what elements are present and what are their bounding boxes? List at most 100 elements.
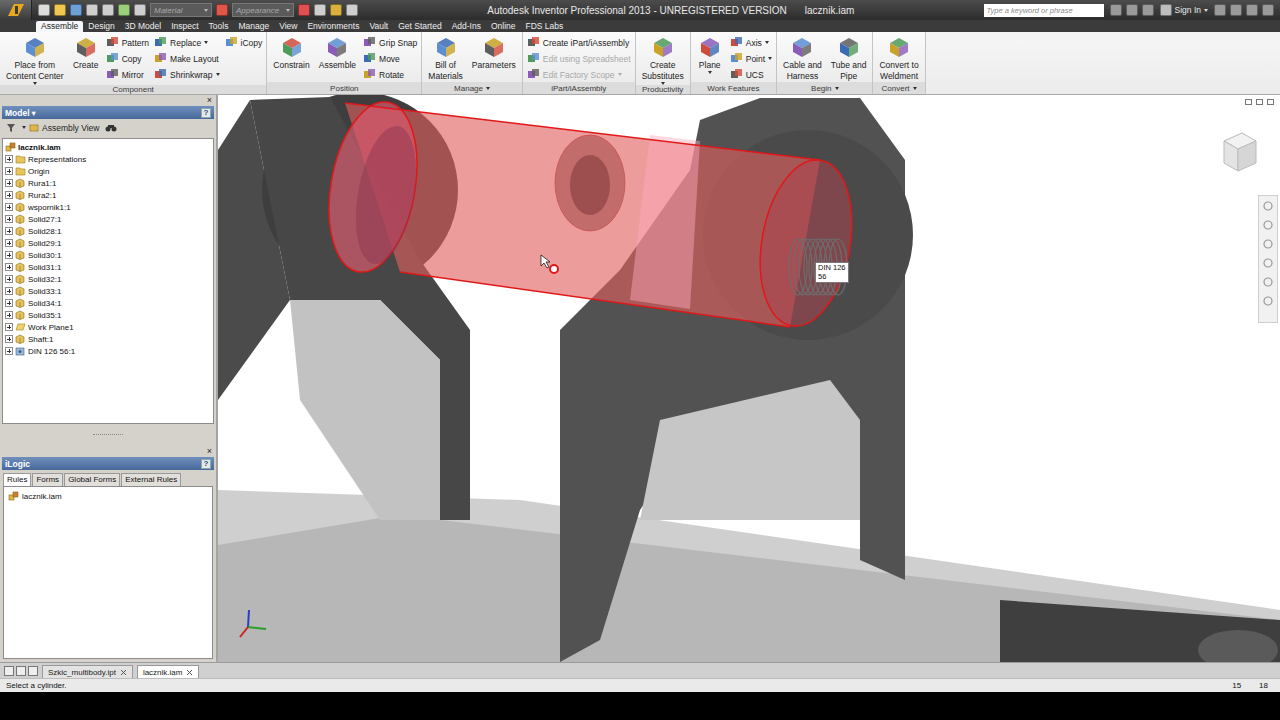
expand-toggle-icon[interactable] — [5, 239, 13, 247]
view-selector[interactable]: Assembly View — [22, 123, 99, 133]
group-expand-icon[interactable] — [835, 87, 839, 90]
tree-item[interactable]: Solid27:1 — [5, 213, 211, 225]
quick-tool-icon[interactable] — [134, 4, 146, 16]
ribbon-large-button[interactable]: Tube andPipe — [829, 35, 869, 81]
ribbon-tab[interactable]: Tools — [204, 21, 234, 32]
close-icon[interactable] — [186, 669, 193, 676]
nav-tool-icon[interactable] — [1263, 277, 1273, 287]
quick-tool-icon[interactable] — [298, 4, 310, 16]
ribbon-large-button[interactable]: Constrain — [271, 35, 311, 70]
expand-toggle-icon[interactable] — [5, 251, 13, 259]
expand-toggle-icon[interactable] — [5, 263, 13, 271]
ribbon-large-button[interactable]: Bill ofMaterials — [426, 35, 464, 81]
group-expand-icon[interactable] — [913, 87, 917, 90]
expand-toggle-icon[interactable] — [5, 203, 13, 211]
help-tool-icon[interactable] — [1110, 4, 1122, 16]
ribbon-large-button[interactable]: Convert toWeldment — [877, 35, 920, 81]
help-tool-icon[interactable] — [1142, 4, 1154, 16]
ribbon-tab[interactable]: Get Started — [393, 21, 446, 32]
minimize-icon[interactable] — [1245, 99, 1252, 105]
ribbon-small-button[interactable]: Edit using Spreadsheet — [527, 51, 631, 66]
filter-icon[interactable] — [6, 123, 16, 133]
expand-toggle-icon[interactable] — [5, 227, 13, 235]
nav-tool-icon[interactable] — [1263, 220, 1273, 230]
dropdown-arrow-icon[interactable] — [204, 41, 208, 44]
ribbon-tab[interactable]: 3D Model — [120, 21, 166, 32]
window-control-icon[interactable] — [1214, 4, 1226, 16]
ribbon-small-button[interactable]: Axis — [730, 35, 772, 50]
ribbon-tab[interactable]: Environments — [302, 21, 364, 32]
ribbon-small-button[interactable]: iCopy — [225, 35, 263, 50]
quick-tool-icon[interactable] — [346, 4, 358, 16]
panel-splitter[interactable] — [0, 424, 216, 446]
ilogic-tab[interactable]: Global Forms — [64, 473, 120, 486]
ribbon-small-button[interactable]: Shrinkwrap — [154, 67, 220, 82]
ribbon-group-label[interactable]: Manage — [422, 82, 521, 94]
ribbon-small-button[interactable]: Point — [730, 51, 772, 66]
expand-toggle-icon[interactable] — [5, 275, 13, 283]
ribbon-tab[interactable]: Design — [83, 21, 119, 32]
expand-toggle-icon[interactable] — [5, 311, 13, 319]
ribbon-large-button[interactable]: CreateSubstitutes — [640, 35, 686, 85]
tree-item[interactable]: lacznik.iam — [5, 141, 211, 153]
model-scene[interactable] — [218, 95, 1280, 662]
ribbon-tab[interactable]: FDS Labs — [521, 21, 569, 32]
tile-icon[interactable] — [4, 666, 14, 676]
ribbon-small-button[interactable]: Mirror — [106, 67, 149, 82]
tree-item[interactable]: Work Plane1 — [5, 321, 211, 333]
ribbon-small-button[interactable]: Replace — [154, 35, 220, 50]
nav-tool-icon[interactable] — [1263, 296, 1273, 306]
nav-tool-icon[interactable] — [1263, 201, 1273, 211]
ribbon-large-button[interactable]: Cable andHarness — [781, 35, 824, 81]
quick-tool-icon[interactable] — [70, 4, 82, 16]
tree-item[interactable]: Solid33:1 — [5, 285, 211, 297]
tree-item[interactable]: Solid35:1 — [5, 309, 211, 321]
ribbon-small-button[interactable]: Copy — [106, 51, 149, 66]
tree-item[interactable]: Solid30:1 — [5, 249, 211, 261]
expand-toggle-icon[interactable] — [5, 179, 13, 187]
tree-item[interactable]: Origin — [5, 165, 211, 177]
dropdown-arrow-icon[interactable] — [765, 41, 769, 44]
window-control-icon[interactable] — [1230, 4, 1242, 16]
dropdown-arrow-icon[interactable] — [708, 71, 712, 74]
ribbon-group-label[interactable]: Convert — [873, 82, 924, 94]
sign-in-button[interactable]: Sign In — [1160, 4, 1208, 16]
rule-item[interactable]: lacznik.iam — [8, 490, 208, 502]
quick-tool-icon[interactable] — [314, 4, 326, 16]
ribbon-tab[interactable]: View — [274, 21, 302, 32]
restore-icon[interactable] — [1256, 99, 1263, 105]
close-view-icon[interactable] — [1267, 99, 1274, 105]
ribbon-small-button[interactable]: Create iPart/iAssembly — [527, 35, 631, 50]
ilogic-tab[interactable]: Rules — [3, 473, 31, 486]
window-control-icon[interactable] — [1262, 4, 1274, 16]
dropdown-arrow-icon[interactable] — [768, 57, 772, 60]
ribbon-large-button[interactable]: Create — [71, 35, 101, 70]
help-tool-icon[interactable] — [1126, 4, 1138, 16]
ribbon-tab[interactable]: Assemble — [36, 21, 83, 32]
ilogic-tab[interactable]: Forms — [32, 473, 63, 486]
expand-toggle-icon[interactable] — [5, 323, 13, 331]
expand-toggle-icon[interactable] — [5, 215, 13, 223]
tree-item[interactable]: Rura1:1 — [5, 177, 211, 189]
quick-tool-icon[interactable] — [86, 4, 98, 16]
ribbon-group-label[interactable]: Begin — [777, 82, 872, 94]
close-button[interactable]: × — [207, 447, 212, 456]
ribbon-large-button[interactable]: Assemble — [317, 35, 358, 70]
tree-item[interactable]: Rura2:1 — [5, 189, 211, 201]
ribbon-large-button[interactable]: Place fromContent Center — [4, 35, 66, 85]
tree-item[interactable]: wspornik1:1 — [5, 201, 211, 213]
browser-menu-arrow[interactable]: ▾ — [32, 108, 36, 118]
help-button[interactable]: ? — [201, 108, 211, 118]
nav-tool-icon[interactable] — [1263, 258, 1273, 268]
quick-tool-icon[interactable] — [118, 4, 130, 16]
expand-toggle-icon[interactable] — [5, 155, 13, 163]
expand-toggle-icon[interactable] — [5, 167, 13, 175]
tree-item[interactable]: Solid28:1 — [5, 225, 211, 237]
ribbon-small-button[interactable]: Grip Snap — [363, 35, 417, 50]
ribbon-small-button[interactable]: Rotate — [363, 67, 417, 82]
tree-item[interactable]: Solid34:1 — [5, 297, 211, 309]
ribbon-small-button[interactable]: Edit Factory Scope — [527, 67, 631, 82]
view-cube-icon[interactable] — [1216, 127, 1262, 179]
cascade-icon[interactable] — [16, 666, 26, 676]
expand-toggle-icon[interactable] — [5, 287, 13, 295]
